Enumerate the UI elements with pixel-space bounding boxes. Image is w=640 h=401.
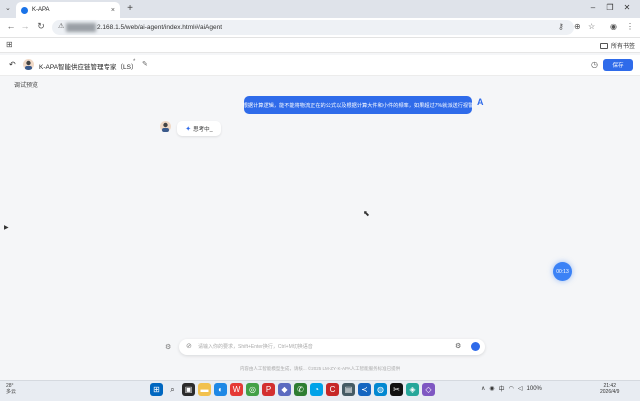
mouse-cursor-icon: ⬉ bbox=[363, 209, 370, 218]
new-tab-button[interactable]: + bbox=[124, 3, 136, 14]
forward-arrow-icon[interactable]: → bbox=[19, 21, 31, 31]
browser-tab[interactable]: K-APA × bbox=[16, 2, 120, 18]
attachment-icon[interactable]: ⊘ bbox=[186, 342, 192, 350]
tab-favicon-icon bbox=[21, 6, 28, 14]
agent-avatar bbox=[23, 59, 34, 70]
taskbar-clock[interactable]: 21:42 2026/4/9 bbox=[600, 383, 619, 395]
battery-text[interactable]: 100% bbox=[527, 386, 542, 392]
expand-sidebar-icon[interactable]: ▶ bbox=[4, 224, 9, 231]
folder-icon bbox=[600, 42, 608, 49]
menu-kebab-icon[interactable]: ⋮ bbox=[626, 22, 634, 31]
app-red-icon[interactable]: C bbox=[326, 383, 339, 396]
tab-title: K-APA bbox=[32, 7, 50, 13]
all-bookmarks-label: 所有书签 bbox=[611, 44, 636, 50]
user-avatar-icon: A bbox=[477, 97, 484, 107]
wps-icon[interactable]: W bbox=[230, 383, 243, 396]
task-view-icon[interactable]: ▣ bbox=[182, 383, 195, 396]
edge-icon[interactable]: ◐ bbox=[214, 383, 227, 396]
app-icon[interactable]: ◆ bbox=[278, 383, 291, 396]
sparkle-icon: ✦ bbox=[185, 125, 192, 133]
settings-gear-icon[interactable]: ⚙ bbox=[165, 343, 171, 351]
unsaved-mark: * bbox=[133, 59, 136, 65]
tab-search-icon[interactable]: ⌄ bbox=[5, 4, 11, 12]
app-blue-icon[interactable]: ◍ bbox=[374, 383, 387, 396]
minimize-button[interactable]: – bbox=[586, 3, 600, 12]
bookmark-star-icon[interactable]: ☆ bbox=[588, 22, 595, 31]
send-button[interactable] bbox=[471, 342, 480, 351]
qq-icon[interactable]: ◔ bbox=[310, 383, 323, 396]
office-icon[interactable]: P bbox=[262, 383, 275, 396]
profile-icon[interactable]: ◉ bbox=[610, 22, 617, 31]
agent-reply-avatar bbox=[160, 121, 171, 132]
taskbar-apps: ⊞ ⌕ ▣ ▬ ◐ W ◎ P ◆ ✆ ◔ C ▤ ≺ ◍ ✂ ◈ ◇ bbox=[150, 383, 435, 396]
not-secure-warning-icon[interactable]: ⚠ bbox=[58, 22, 64, 30]
bookmarks-bar bbox=[0, 38, 640, 53]
back-arrow-icon[interactable]: ← bbox=[5, 21, 17, 31]
blurred-host bbox=[66, 23, 96, 32]
key-icon[interactable]: ⚷ bbox=[558, 22, 564, 31]
tab-close-icon[interactable]: × bbox=[111, 7, 115, 14]
save-button[interactable]: 保存 bbox=[603, 59, 633, 71]
floating-timer-button[interactable]: 00:13 bbox=[553, 262, 572, 281]
clock-date: 2026/4/9 bbox=[600, 389, 620, 395]
vscode-icon[interactable]: ≺ bbox=[358, 383, 371, 396]
close-window-button[interactable]: ✕ bbox=[620, 3, 634, 12]
search-icon[interactable]: ⌕ bbox=[166, 383, 179, 396]
user-message-bubble: 根据计算逻辑，能不能将物流正在的公式以及根据计算大件和小件的频率，如果超过7%就… bbox=[243, 96, 473, 114]
thinking-text: 思考中_ bbox=[193, 126, 213, 133]
reload-icon[interactable]: ↻ bbox=[35, 21, 47, 32]
chrome-icon[interactable]: ◎ bbox=[246, 383, 259, 396]
edit-icon[interactable]: ✎ bbox=[142, 60, 148, 68]
chat-input[interactable] bbox=[198, 341, 448, 353]
maximize-button[interactable]: ❐ bbox=[603, 3, 617, 12]
capcut-icon[interactable]: ✂ bbox=[390, 383, 403, 396]
wechat-icon[interactable]: ✆ bbox=[294, 383, 307, 396]
debug-preview-label: 调试预览 bbox=[14, 83, 39, 89]
file-explorer-icon[interactable]: ▬ bbox=[198, 383, 211, 396]
weather-text: 多云 bbox=[6, 389, 17, 395]
tray-ime-icon[interactable]: 中 bbox=[499, 384, 505, 393]
app-dark-icon[interactable]: ▤ bbox=[342, 383, 355, 396]
tray-up-icon[interactable]: ∧ bbox=[481, 385, 485, 392]
url-text[interactable]: 2.168.1.5/web/ai-agent/index.html#/aiAge… bbox=[97, 24, 222, 31]
back-icon[interactable]: ↶ bbox=[9, 60, 16, 69]
tray-app-icon[interactable]: ◉ bbox=[489, 385, 494, 392]
app-teal-icon[interactable]: ◈ bbox=[406, 383, 419, 396]
agent-title: K-APA智能供应链管理专家（LS） bbox=[39, 64, 138, 71]
volume-icon[interactable]: ◁ bbox=[518, 385, 523, 392]
system-tray: ∧ ◉ 中 ◠ ◁ 100% bbox=[481, 384, 542, 394]
wifi-icon[interactable]: ◠ bbox=[509, 385, 514, 392]
footer-disclaimer: 内容由人工智能模型生成，请核... ©2025 LM-ZY·K-APA人工智能服… bbox=[239, 366, 401, 371]
zoom-icon[interactable]: ⊕ bbox=[574, 22, 581, 31]
input-settings-icon[interactable]: ⚙ bbox=[455, 342, 461, 350]
apps-grid-icon[interactable]: ⊞ bbox=[6, 40, 13, 49]
thinking-indicator: ✦ 思考中_ bbox=[177, 121, 221, 136]
weather-widget[interactable]: 28° 多云 bbox=[6, 383, 16, 395]
all-bookmarks-button[interactable]: 所有书签 bbox=[600, 41, 635, 50]
app-purple-icon[interactable]: ◇ bbox=[422, 383, 435, 396]
history-icon[interactable]: ◷ bbox=[591, 60, 598, 69]
start-icon[interactable]: ⊞ bbox=[150, 383, 163, 396]
